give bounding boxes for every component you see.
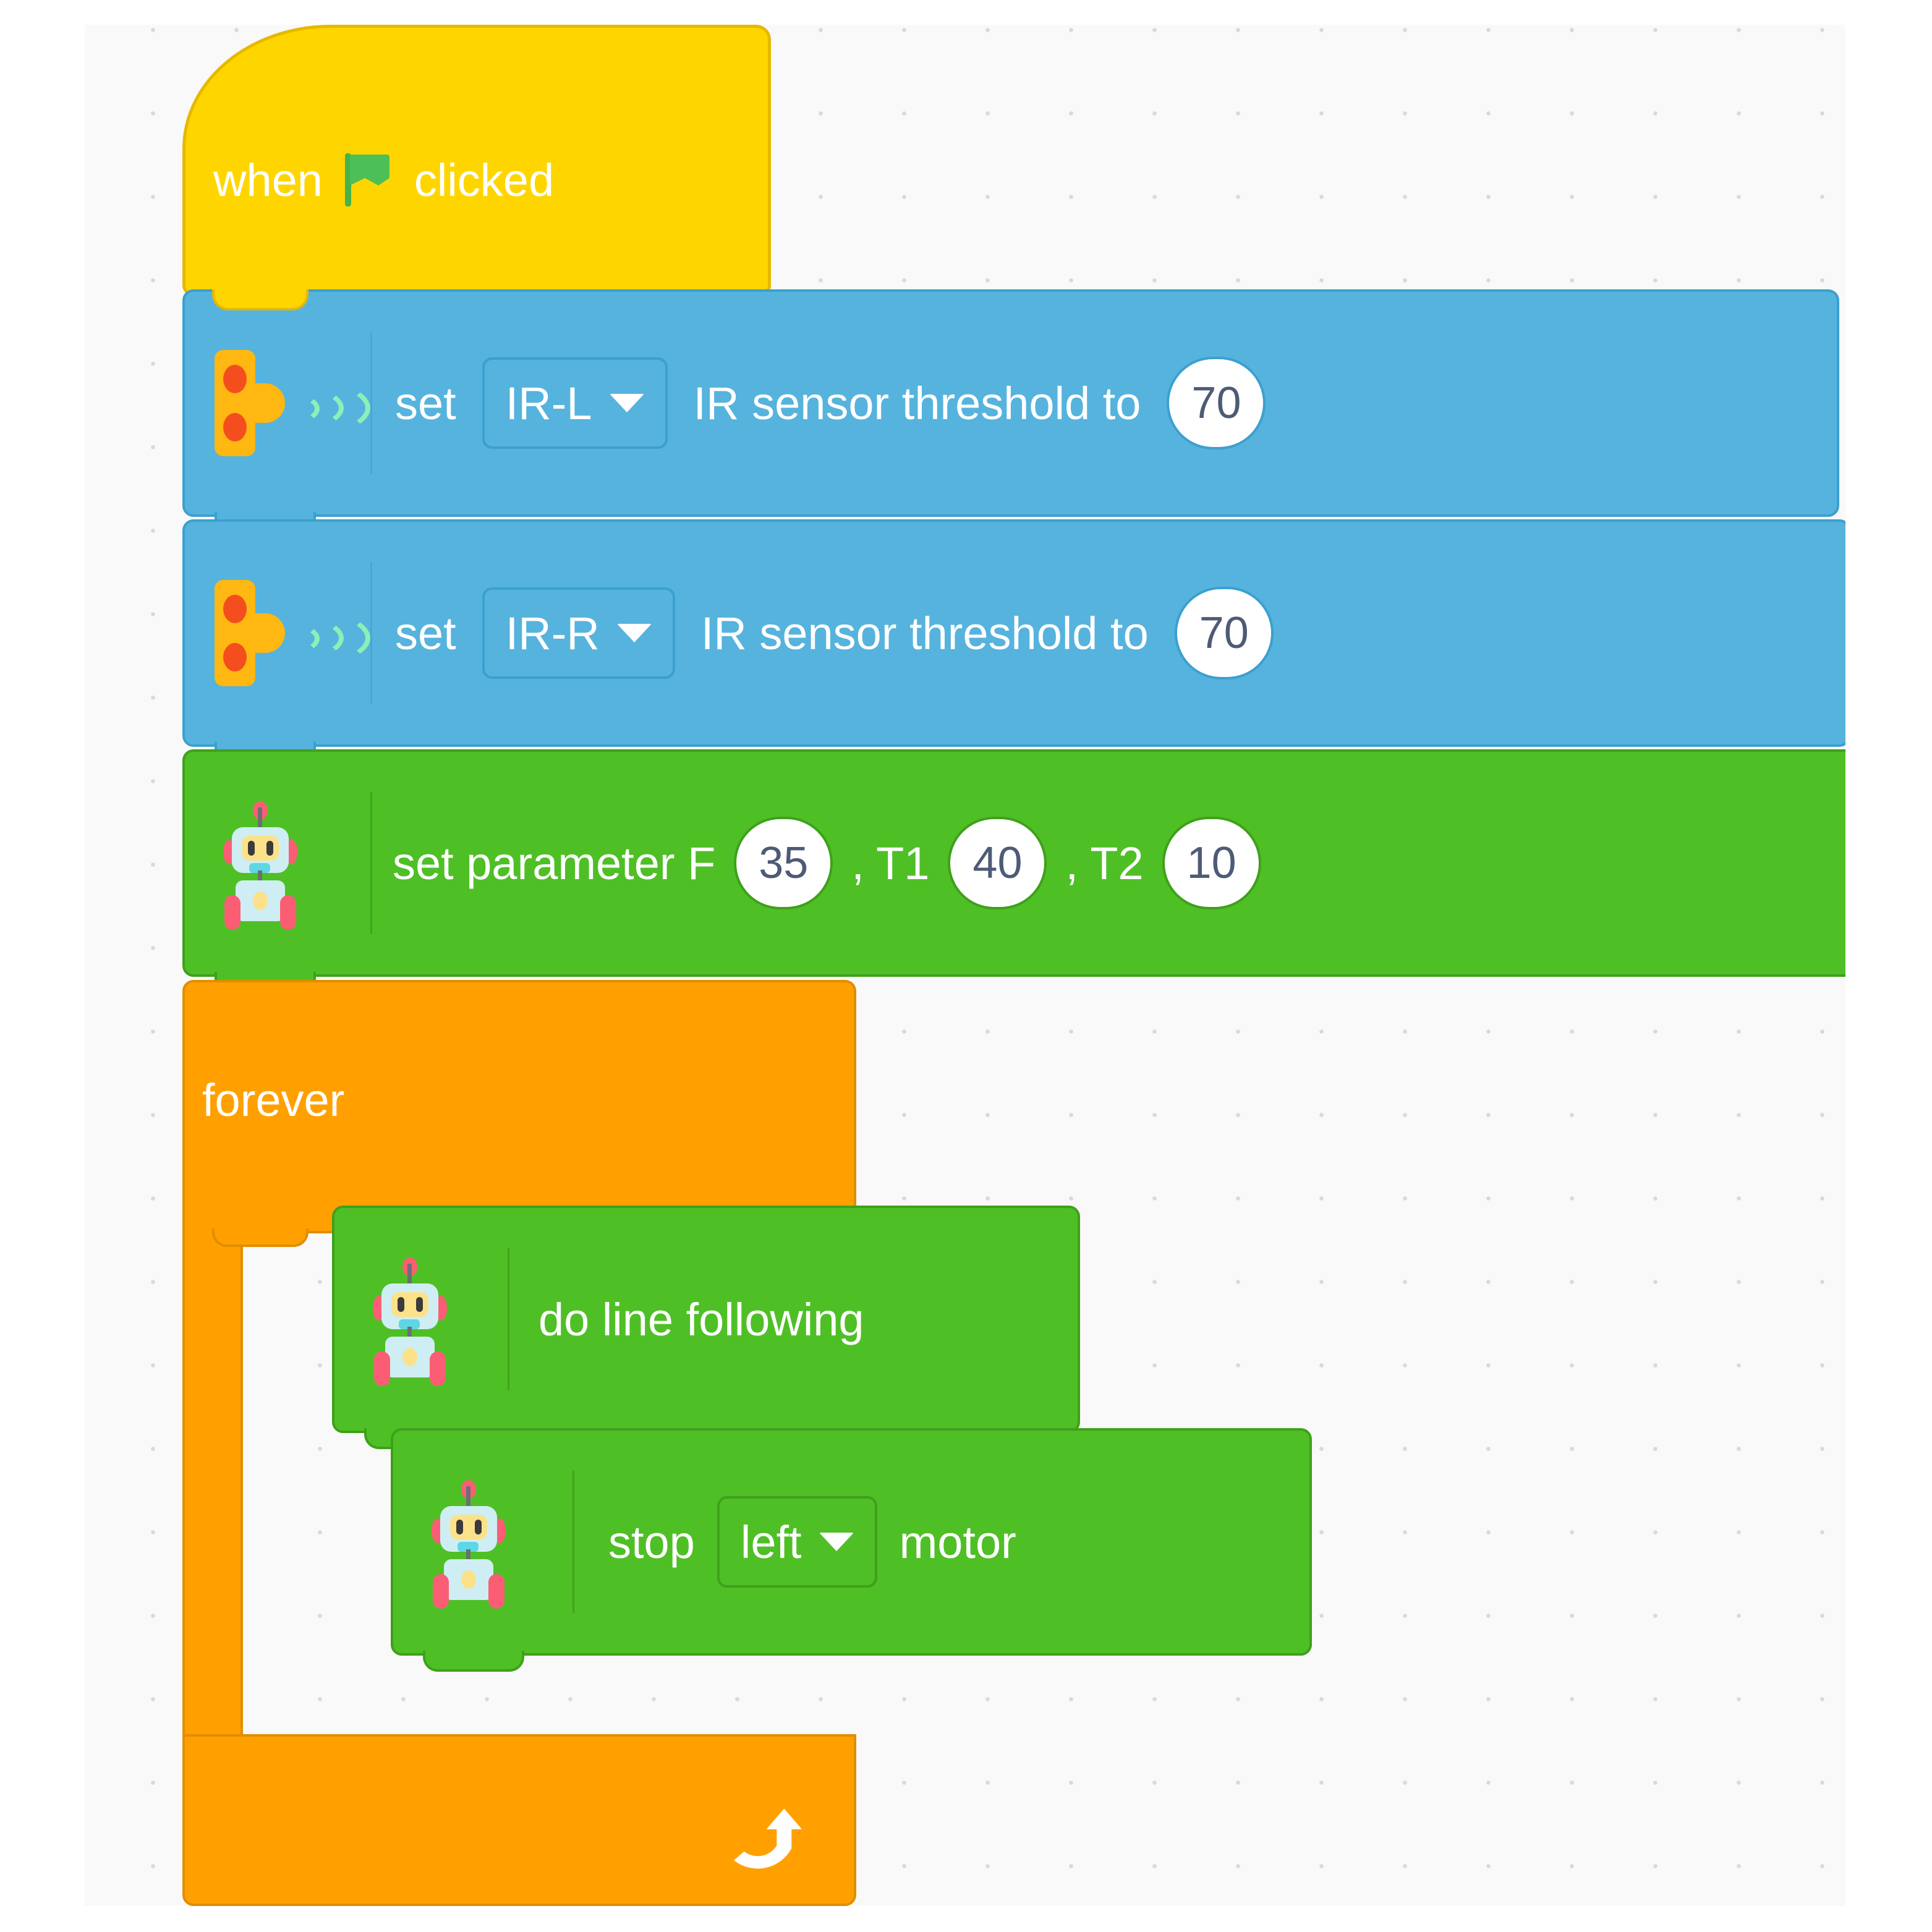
parameter-t1-input[interactable]: 40: [948, 817, 1047, 909]
block-divider: [370, 791, 372, 935]
block-notch-bottom: [423, 1651, 524, 1672]
green-flag-icon: [344, 153, 392, 206]
parameter-t2-label: , T2: [1065, 837, 1144, 889]
when-label: when: [213, 154, 323, 206]
set-label: set: [395, 607, 456, 659]
do-line-following-label: do line following: [538, 1293, 864, 1345]
parameter-t1-label: , T1: [851, 837, 930, 889]
block-divider: [370, 331, 372, 475]
stop-motor-block[interactable]: stop left motor: [391, 1428, 1312, 1672]
ir-sensor-select-right-value: IR-R: [505, 607, 600, 659]
loop-arrow-icon: [733, 1794, 813, 1874]
threshold-value-input-left[interactable]: 70: [1167, 357, 1266, 449]
parameter-t2-value: 10: [1186, 838, 1236, 888]
threshold-value-left: 70: [1191, 378, 1241, 428]
ir-sensor-icon: [210, 341, 370, 465]
parameter-f-value: 35: [759, 838, 809, 888]
forever-inner-notch: [212, 1228, 309, 1247]
forever-left-arm: [182, 1231, 243, 1737]
hat-connector-notch: [212, 289, 309, 310]
ir-sensor-select-right[interactable]: IR-R: [482, 587, 675, 679]
blocks-workspace-canvas[interactable]: when clicked set IR-L IR sensor threshol…: [85, 25, 1845, 1906]
threshold-value-input-right[interactable]: 70: [1174, 587, 1274, 679]
parameter-t2-input[interactable]: 10: [1162, 817, 1261, 909]
threshold-label: IR sensor threshold to: [693, 377, 1141, 429]
motor-select[interactable]: left: [717, 1496, 877, 1588]
set-parameter-block[interactable]: set parameter F 35 , T1 40 , T2 10: [182, 749, 1845, 993]
do-line-following-block[interactable]: do line following: [332, 1206, 1080, 1449]
clicked-label: clicked: [414, 154, 555, 206]
robot-icon: [217, 801, 304, 930]
chevron-down-icon: [819, 1533, 854, 1551]
when-flag-clicked-block[interactable]: when clicked: [182, 25, 771, 296]
parameter-t1-value: 40: [972, 838, 1023, 888]
chevron-down-icon: [609, 394, 644, 412]
parameter-f-input[interactable]: 35: [734, 817, 833, 909]
robot-icon: [367, 1258, 453, 1386]
ir-sensor-icon: [210, 571, 370, 695]
forever-label: forever: [202, 1075, 345, 1126]
block-divider: [370, 561, 372, 705]
block-divider: [508, 1248, 509, 1391]
stop-label: stop: [608, 1516, 695, 1568]
ir-sensor-select-left[interactable]: IR-L: [482, 357, 668, 449]
set-ir-threshold-left-block[interactable]: set IR-L IR sensor threshold to 70: [182, 289, 1839, 533]
set-label: set: [395, 377, 456, 429]
set-ir-threshold-right-block[interactable]: set IR-R IR sensor threshold to 70: [182, 519, 1845, 763]
threshold-label: IR sensor threshold to: [700, 607, 1149, 659]
ir-sensor-select-left-value: IR-L: [505, 377, 592, 429]
block-divider: [572, 1470, 574, 1614]
set-parameter-label: set parameter F: [393, 837, 716, 889]
motor-label: motor: [899, 1516, 1016, 1568]
motor-select-value: left: [740, 1516, 802, 1568]
chevron-down-icon: [616, 624, 652, 642]
threshold-value-right: 70: [1199, 608, 1249, 658]
robot-icon: [425, 1480, 512, 1609]
